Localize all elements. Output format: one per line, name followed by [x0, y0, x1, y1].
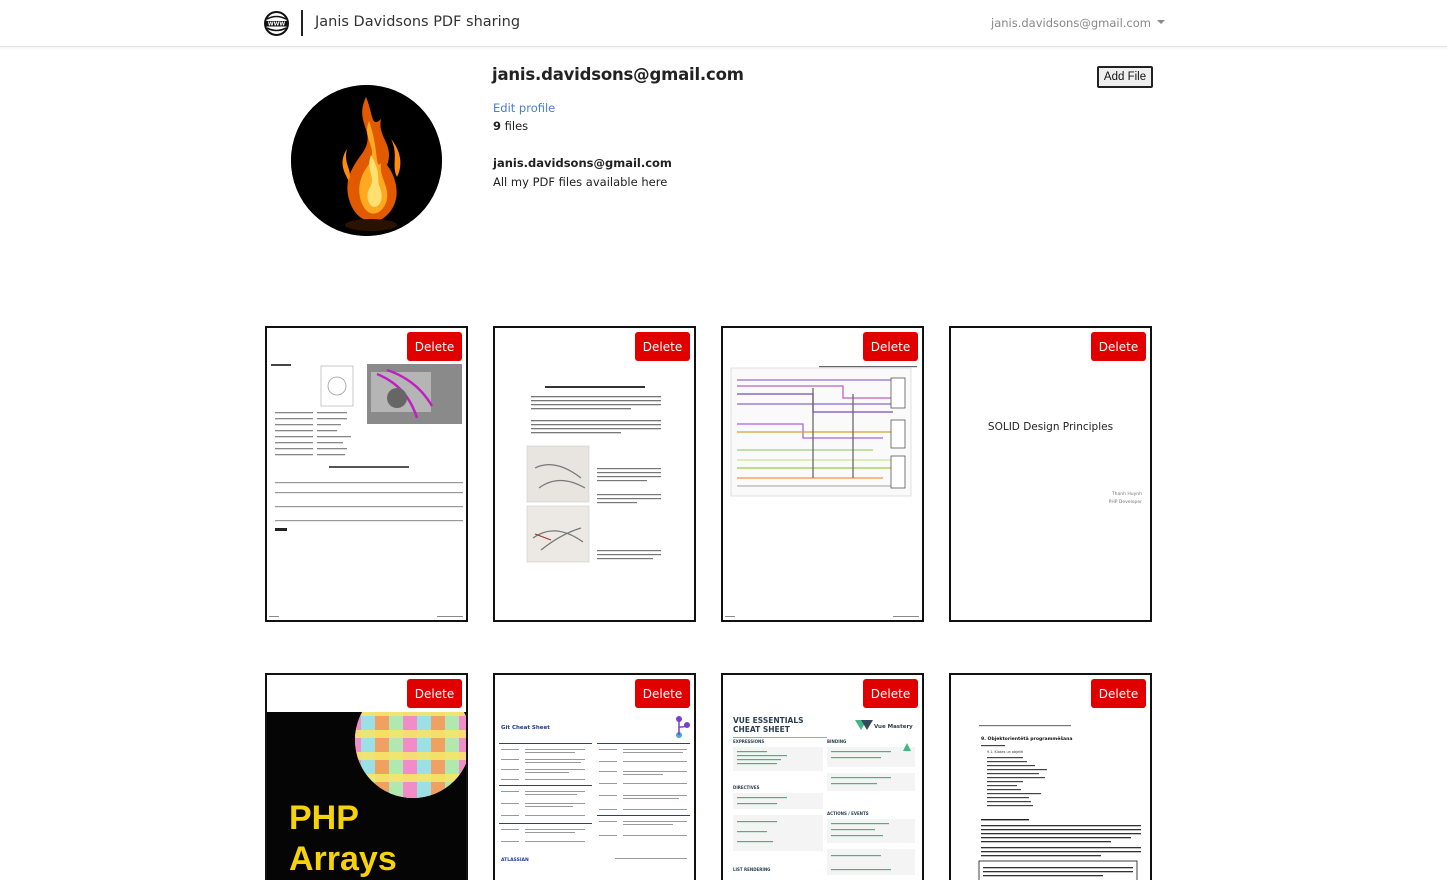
atlassian-footer: ATLASSIAN [501, 857, 529, 863]
file-count-number: 9 [493, 119, 502, 133]
solid-title: SOLID Design Principles [987, 421, 1114, 433]
php-title-line1: PHP [289, 799, 359, 837]
delete-button[interactable]: Delete [407, 332, 462, 361]
vue-section-directives: DIRECTIVES [733, 785, 760, 790]
delete-button[interactable]: Delete [863, 332, 918, 361]
vue-title-line1: VUE ESSENTIALS [733, 716, 804, 725]
delete-button[interactable]: Delete [1091, 679, 1146, 708]
file-card[interactable]: Delete [493, 326, 696, 622]
file-count-suffix: files [504, 119, 529, 133]
file-card[interactable]: Delete 9. Objektorientētā programmēšana … [949, 673, 1152, 880]
php-title-line2: Arrays [289, 840, 397, 878]
git-title: Git Cheat Sheet [501, 725, 550, 731]
file-card[interactable]: Delete [721, 326, 924, 622]
caret-down-icon [1156, 19, 1165, 24]
vue-section-actions: ACTIONS / EVENTS [827, 811, 869, 816]
solid-author: Thanh Huynh [1111, 492, 1142, 497]
vue-title-line2: CHEAT SHEET [733, 725, 791, 734]
vue-section-expressions: EXPRESSIONS [733, 739, 764, 744]
user-menu-dropdown[interactable]: janis.davidsons@gmail.com [991, 16, 1165, 30]
file-count: 9 files [493, 119, 528, 133]
vue-brand: Vue Mastery [874, 724, 913, 730]
user-menu-label: janis.davidsons@gmail.com [991, 16, 1151, 30]
file-card[interactable]: Delete [265, 326, 468, 622]
file-card[interactable]: Delete VUE ESSENTIALS CHEAT SHEET Vue Ma… [721, 673, 924, 880]
brand-title[interactable]: Janis Davidsons PDF sharing [315, 14, 520, 30]
pdf-thumbnail-wiring-diagram [723, 328, 922, 620]
oop-heading: 9. Objektorientētā programmēšana [981, 735, 1073, 742]
pdf-thumbnail-solid-principles: SOLID Design Principles Thanh Huynh PHP … [951, 328, 1150, 620]
file-card[interactable]: Delete [265, 673, 468, 880]
vue-section-binding: BINDING [827, 739, 846, 744]
bio-text: All my PDF files available here [493, 175, 668, 189]
pdf-thumbnail-connector-datasheet [267, 328, 466, 620]
edit-profile-link[interactable]: Edit profile [493, 101, 555, 115]
pdf-thumbnail-wiring-harness-tips [495, 328, 694, 620]
delete-button[interactable]: Delete [1091, 332, 1146, 361]
vue-section-list-rendering: LIST RENDERING [733, 867, 770, 872]
delete-button[interactable]: Delete [635, 332, 690, 361]
delete-button[interactable]: Delete [635, 679, 690, 708]
delete-button[interactable]: Delete [863, 679, 918, 708]
file-card[interactable]: Delete SOLID Design Principles Thanh Huy… [949, 326, 1152, 622]
svg-text:WWW: WWW [268, 22, 285, 28]
bio-name: janis.davidsons@gmail.com [493, 156, 672, 170]
navbar: WWW Janis Davidsons PDF sharing janis.da… [0, 0, 1447, 47]
oop-subheading: 9.1. Klases un objekti [987, 750, 1023, 754]
solid-role: PHP Developer [1108, 500, 1142, 505]
delete-button[interactable]: Delete [407, 679, 462, 708]
brand-separator [301, 10, 303, 36]
profile-avatar [291, 85, 442, 236]
profile-email-heading: janis.davidsons@gmail.com [492, 65, 744, 84]
www-globe-icon[interactable]: WWW [264, 11, 289, 36]
add-file-button[interactable]: Add File [1097, 66, 1153, 88]
file-card[interactable]: Delete Git Cheat Sheet ATLASSIAN [493, 673, 696, 880]
